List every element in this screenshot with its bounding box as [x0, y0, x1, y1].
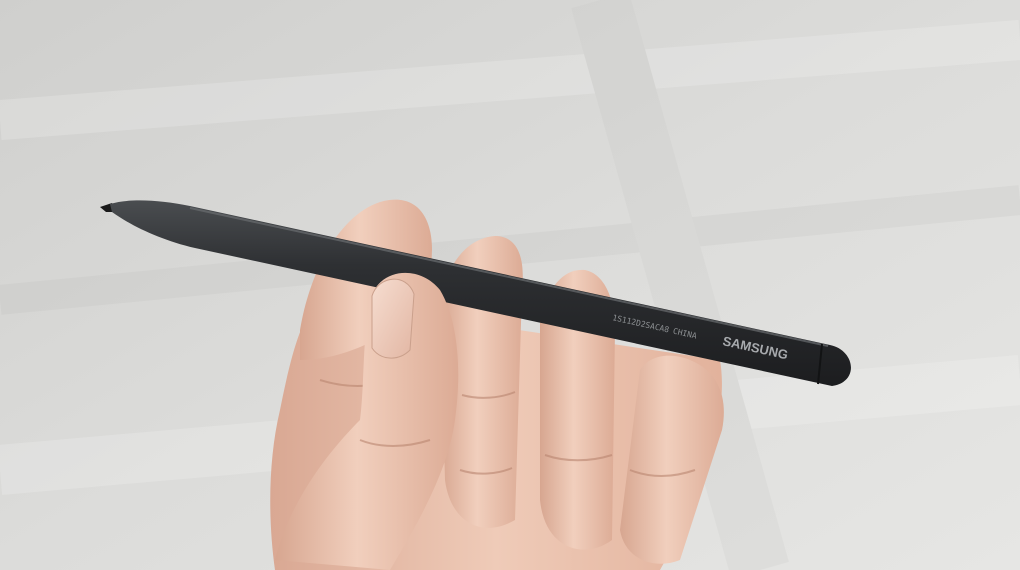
photo-canvas: 1S112D2SACA8 CHINA SAMSUNG	[0, 0, 1020, 570]
photo-scene: 1S112D2SACA8 CHINA SAMSUNG	[0, 0, 1020, 570]
thumb-nail	[371, 278, 415, 359]
